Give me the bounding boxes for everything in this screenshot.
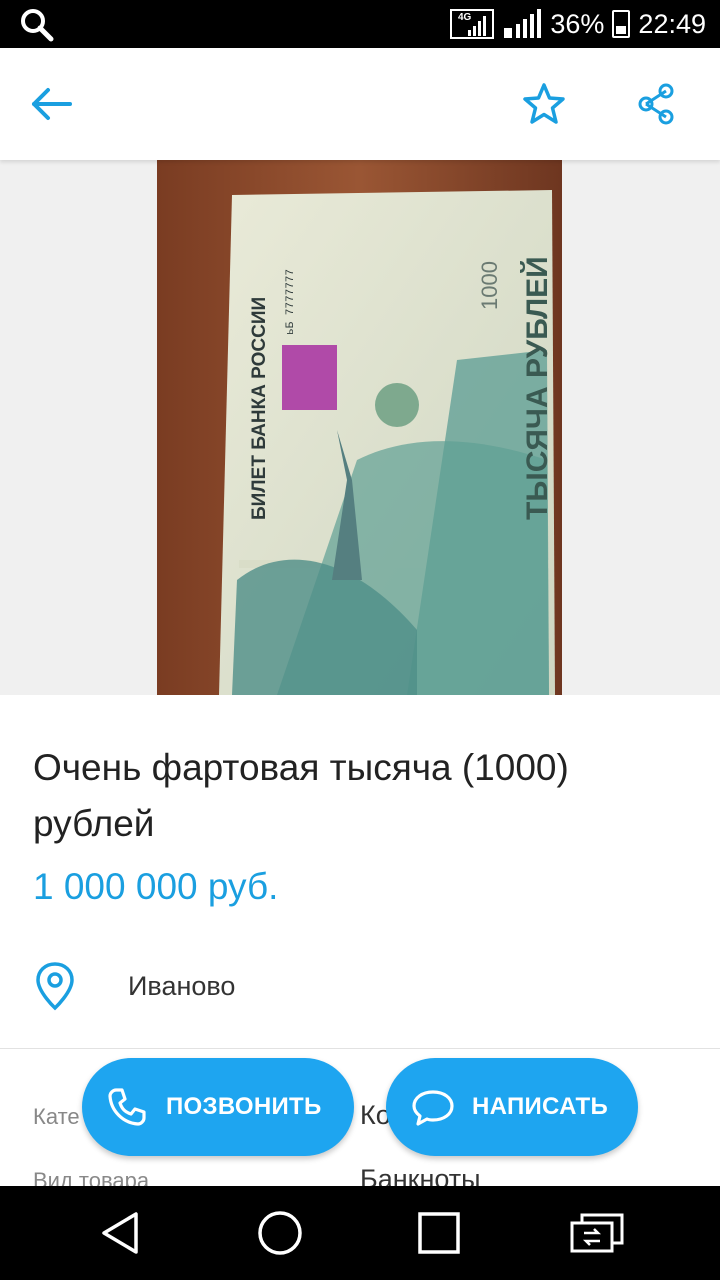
message-button-label: НАПИСАТЬ xyxy=(472,1093,609,1120)
nav-recents-button[interactable] xyxy=(412,1206,466,1260)
favorite-button[interactable] xyxy=(514,74,574,134)
clock: 22:49 xyxy=(638,8,706,39)
listing-title: Очень фартовая тысяча (1000) рублей xyxy=(33,747,569,844)
call-button[interactable]: ПОЗВОНИТЬ xyxy=(82,1058,354,1156)
star-outline-icon xyxy=(523,83,565,124)
system-nav-bar xyxy=(0,1186,720,1280)
battery-icon xyxy=(612,10,631,38)
nav-home-button[interactable] xyxy=(253,1206,307,1260)
share-icon xyxy=(638,83,674,125)
nav-switch-button[interactable] xyxy=(570,1206,624,1260)
nav-back-button[interactable] xyxy=(94,1206,148,1260)
arrow-left-icon xyxy=(32,88,72,120)
search-icon[interactable] xyxy=(20,8,54,42)
circle-home-icon xyxy=(258,1211,302,1255)
lte-signal-icon: 4G xyxy=(450,9,495,39)
svg-text:ьБ 7777777: ьБ 7777777 xyxy=(285,269,297,335)
triangle-back-icon xyxy=(102,1212,138,1254)
listing-price: 1 000 000 руб. xyxy=(33,866,279,907)
status-indicators: 4G 36% 22:49 xyxy=(450,0,706,48)
app-bar xyxy=(0,48,720,160)
screen: 4G 36% 22:49 БИЛЕТ БАНКА РОССИИ ьБ 77777… xyxy=(0,0,720,1280)
svg-text:1000: 1000 xyxy=(477,261,502,310)
back-button[interactable] xyxy=(22,74,82,134)
status-bar: 4G 36% 22:49 xyxy=(0,0,720,48)
signal-icon xyxy=(504,9,542,38)
square-recents-icon xyxy=(418,1212,460,1254)
param-label-category: Кате xyxy=(33,1104,80,1129)
call-button-label: ПОЗВОНИТЬ xyxy=(166,1093,322,1120)
message-button[interactable]: НАПИСАТЬ xyxy=(386,1058,638,1156)
switch-apps-icon xyxy=(570,1213,624,1253)
banknote-image: БИЛЕТ БАНКА РОССИИ ьБ 7777777 ТЫСЯЧА РУБ… xyxy=(157,160,562,695)
photo-gallery[interactable]: БИЛЕТ БАНКА РОССИИ ьБ 7777777 ТЫСЯЧА РУБ… xyxy=(0,160,720,695)
share-button[interactable] xyxy=(626,74,686,134)
chat-bubble-icon xyxy=(412,1090,454,1126)
listing-photo[interactable]: БИЛЕТ БАНКА РОССИИ ьБ 7777777 ТЫСЯЧА РУБ… xyxy=(157,160,562,695)
divider xyxy=(0,1048,720,1049)
svg-text:4G: 4G xyxy=(458,12,472,23)
phone-icon xyxy=(108,1088,146,1126)
svg-text:БИЛЕТ БАНКА РОССИИ: БИЛЕТ БАНКА РОССИИ xyxy=(249,297,270,520)
map-pin-icon xyxy=(36,962,74,1011)
location-row[interactable]: Иваново xyxy=(33,960,235,1012)
location-text: Иваново xyxy=(128,970,236,1001)
svg-text:ТЫСЯЧА РУБЛЕЙ: ТЫСЯЧА РУБЛЕЙ xyxy=(520,256,554,520)
battery-percent: 36% xyxy=(550,8,605,39)
